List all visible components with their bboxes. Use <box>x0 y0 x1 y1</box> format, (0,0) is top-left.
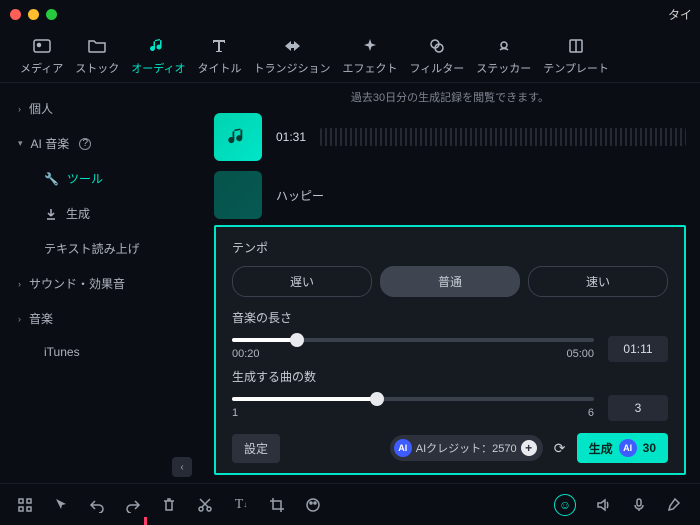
download-icon <box>44 207 58 221</box>
filter-icon <box>427 36 447 56</box>
music-icon <box>148 36 168 56</box>
clip-thumb <box>214 171 262 219</box>
tab-sticker[interactable]: ステッカー <box>470 36 537 76</box>
text-tool-icon[interactable]: T↓ <box>232 496 250 514</box>
ai-music-panel: テンポ 遅い 普通 速い 音楽の長さ 00:2005:00 01:11 生成する… <box>214 225 686 475</box>
count-value: 3 <box>608 395 668 421</box>
waveform <box>320 128 686 146</box>
chevron-down-icon: ▾ <box>18 138 23 149</box>
chevron-right-icon: › <box>18 314 21 324</box>
palette-icon[interactable] <box>304 496 322 514</box>
hint-text: 過去30日分の生成記録を閲覧できます。 <box>214 89 686 105</box>
assistant-icon[interactable]: ☺ <box>554 494 576 516</box>
template-icon <box>566 36 586 56</box>
generate-button[interactable]: 生成 AI 30 <box>577 433 668 463</box>
sidebar-item-personal[interactable]: ›個人 <box>0 91 200 126</box>
maximize-icon[interactable] <box>46 9 57 20</box>
tempo-normal-button[interactable]: 普通 <box>380 266 520 297</box>
chevron-right-icon: › <box>18 279 21 289</box>
clip-thumb <box>214 113 262 161</box>
sidebar-item-itunes[interactable]: iTunes <box>0 336 200 368</box>
sidebar-item-generate[interactable]: 生成 <box>0 196 200 231</box>
length-label: 音楽の長さ <box>232 309 668 326</box>
clip-duration: 01:31 <box>276 130 306 144</box>
mic-icon[interactable] <box>630 496 648 514</box>
settings-button[interactable]: 設定 <box>232 434 280 463</box>
count-slider[interactable]: 16 <box>232 397 594 419</box>
ai-icon: AI <box>619 439 637 457</box>
sidebar-item-music[interactable]: ›音楽 <box>0 301 200 336</box>
close-icon[interactable] <box>10 9 21 20</box>
tab-title[interactable]: タイトル <box>191 36 247 76</box>
chevron-right-icon: › <box>18 104 21 114</box>
grid-icon[interactable] <box>16 496 34 514</box>
timeline-marker <box>144 517 147 525</box>
tab-template[interactable]: テンプレート <box>537 36 615 76</box>
minimize-icon[interactable] <box>28 9 39 20</box>
sparkle-icon <box>360 36 380 56</box>
tab-filter[interactable]: フィルター <box>403 36 470 76</box>
sidebar-item-sfx[interactable]: ›サウンド・効果音 <box>0 266 200 301</box>
refresh-button[interactable]: ⟳ <box>549 437 571 459</box>
tab-media[interactable]: メディア <box>14 36 69 76</box>
ai-icon: AI <box>394 439 412 457</box>
cursor-icon[interactable] <box>52 496 70 514</box>
marker-icon[interactable] <box>666 496 684 514</box>
clip-label: ハッピー <box>276 187 324 204</box>
top-tabs: メディア ストック オーディオ タイトル トランジション エフェクト フィルター… <box>0 28 700 83</box>
tab-stock[interactable]: ストック <box>69 36 125 76</box>
tempo-fast-button[interactable]: 速い <box>528 266 668 297</box>
help-icon[interactable]: ? <box>79 138 91 150</box>
count-label: 生成する曲の数 <box>232 368 668 385</box>
sticker-icon <box>494 36 514 56</box>
sidebar: ›個人 ▾AI 音楽 ? 🔧ツール 生成 テキスト読み上げ ›サウンド・効果音 … <box>0 83 200 483</box>
tab-audio[interactable]: オーディオ <box>125 36 191 76</box>
speaker-icon[interactable] <box>594 496 612 514</box>
sidebar-item-tool[interactable]: 🔧ツール <box>0 161 200 196</box>
text-icon <box>209 36 229 56</box>
redo-icon[interactable] <box>124 496 142 514</box>
transition-icon <box>282 36 302 56</box>
credit-pill: AI AIクレジット：2570 + <box>390 435 543 461</box>
undo-icon[interactable] <box>88 496 106 514</box>
tab-transition[interactable]: トランジション <box>247 36 336 76</box>
bottom-toolbar: T↓ ☺ <box>0 483 700 525</box>
tempo-slow-button[interactable]: 遅い <box>232 266 372 297</box>
clip-row[interactable]: 01:31 <box>214 113 686 161</box>
wrench-icon: 🔧 <box>44 172 59 186</box>
sidebar-item-tts[interactable]: テキスト読み上げ <box>0 231 200 266</box>
folder-icon <box>87 36 107 56</box>
add-credit-button[interactable]: + <box>521 440 537 456</box>
tab-effect[interactable]: エフェクト <box>336 36 403 76</box>
media-icon <box>32 36 52 56</box>
collapse-sidebar-button[interactable]: ‹ <box>172 457 192 477</box>
cut-icon[interactable] <box>196 496 214 514</box>
tempo-label: テンポ <box>232 239 668 256</box>
window-title: タイ <box>668 6 692 23</box>
trash-icon[interactable] <box>160 496 178 514</box>
length-value: 01:11 <box>608 336 668 362</box>
crop-icon[interactable] <box>268 496 286 514</box>
length-slider[interactable]: 00:2005:00 <box>232 338 594 360</box>
sidebar-item-ai-music[interactable]: ▾AI 音楽 ? <box>0 126 200 161</box>
